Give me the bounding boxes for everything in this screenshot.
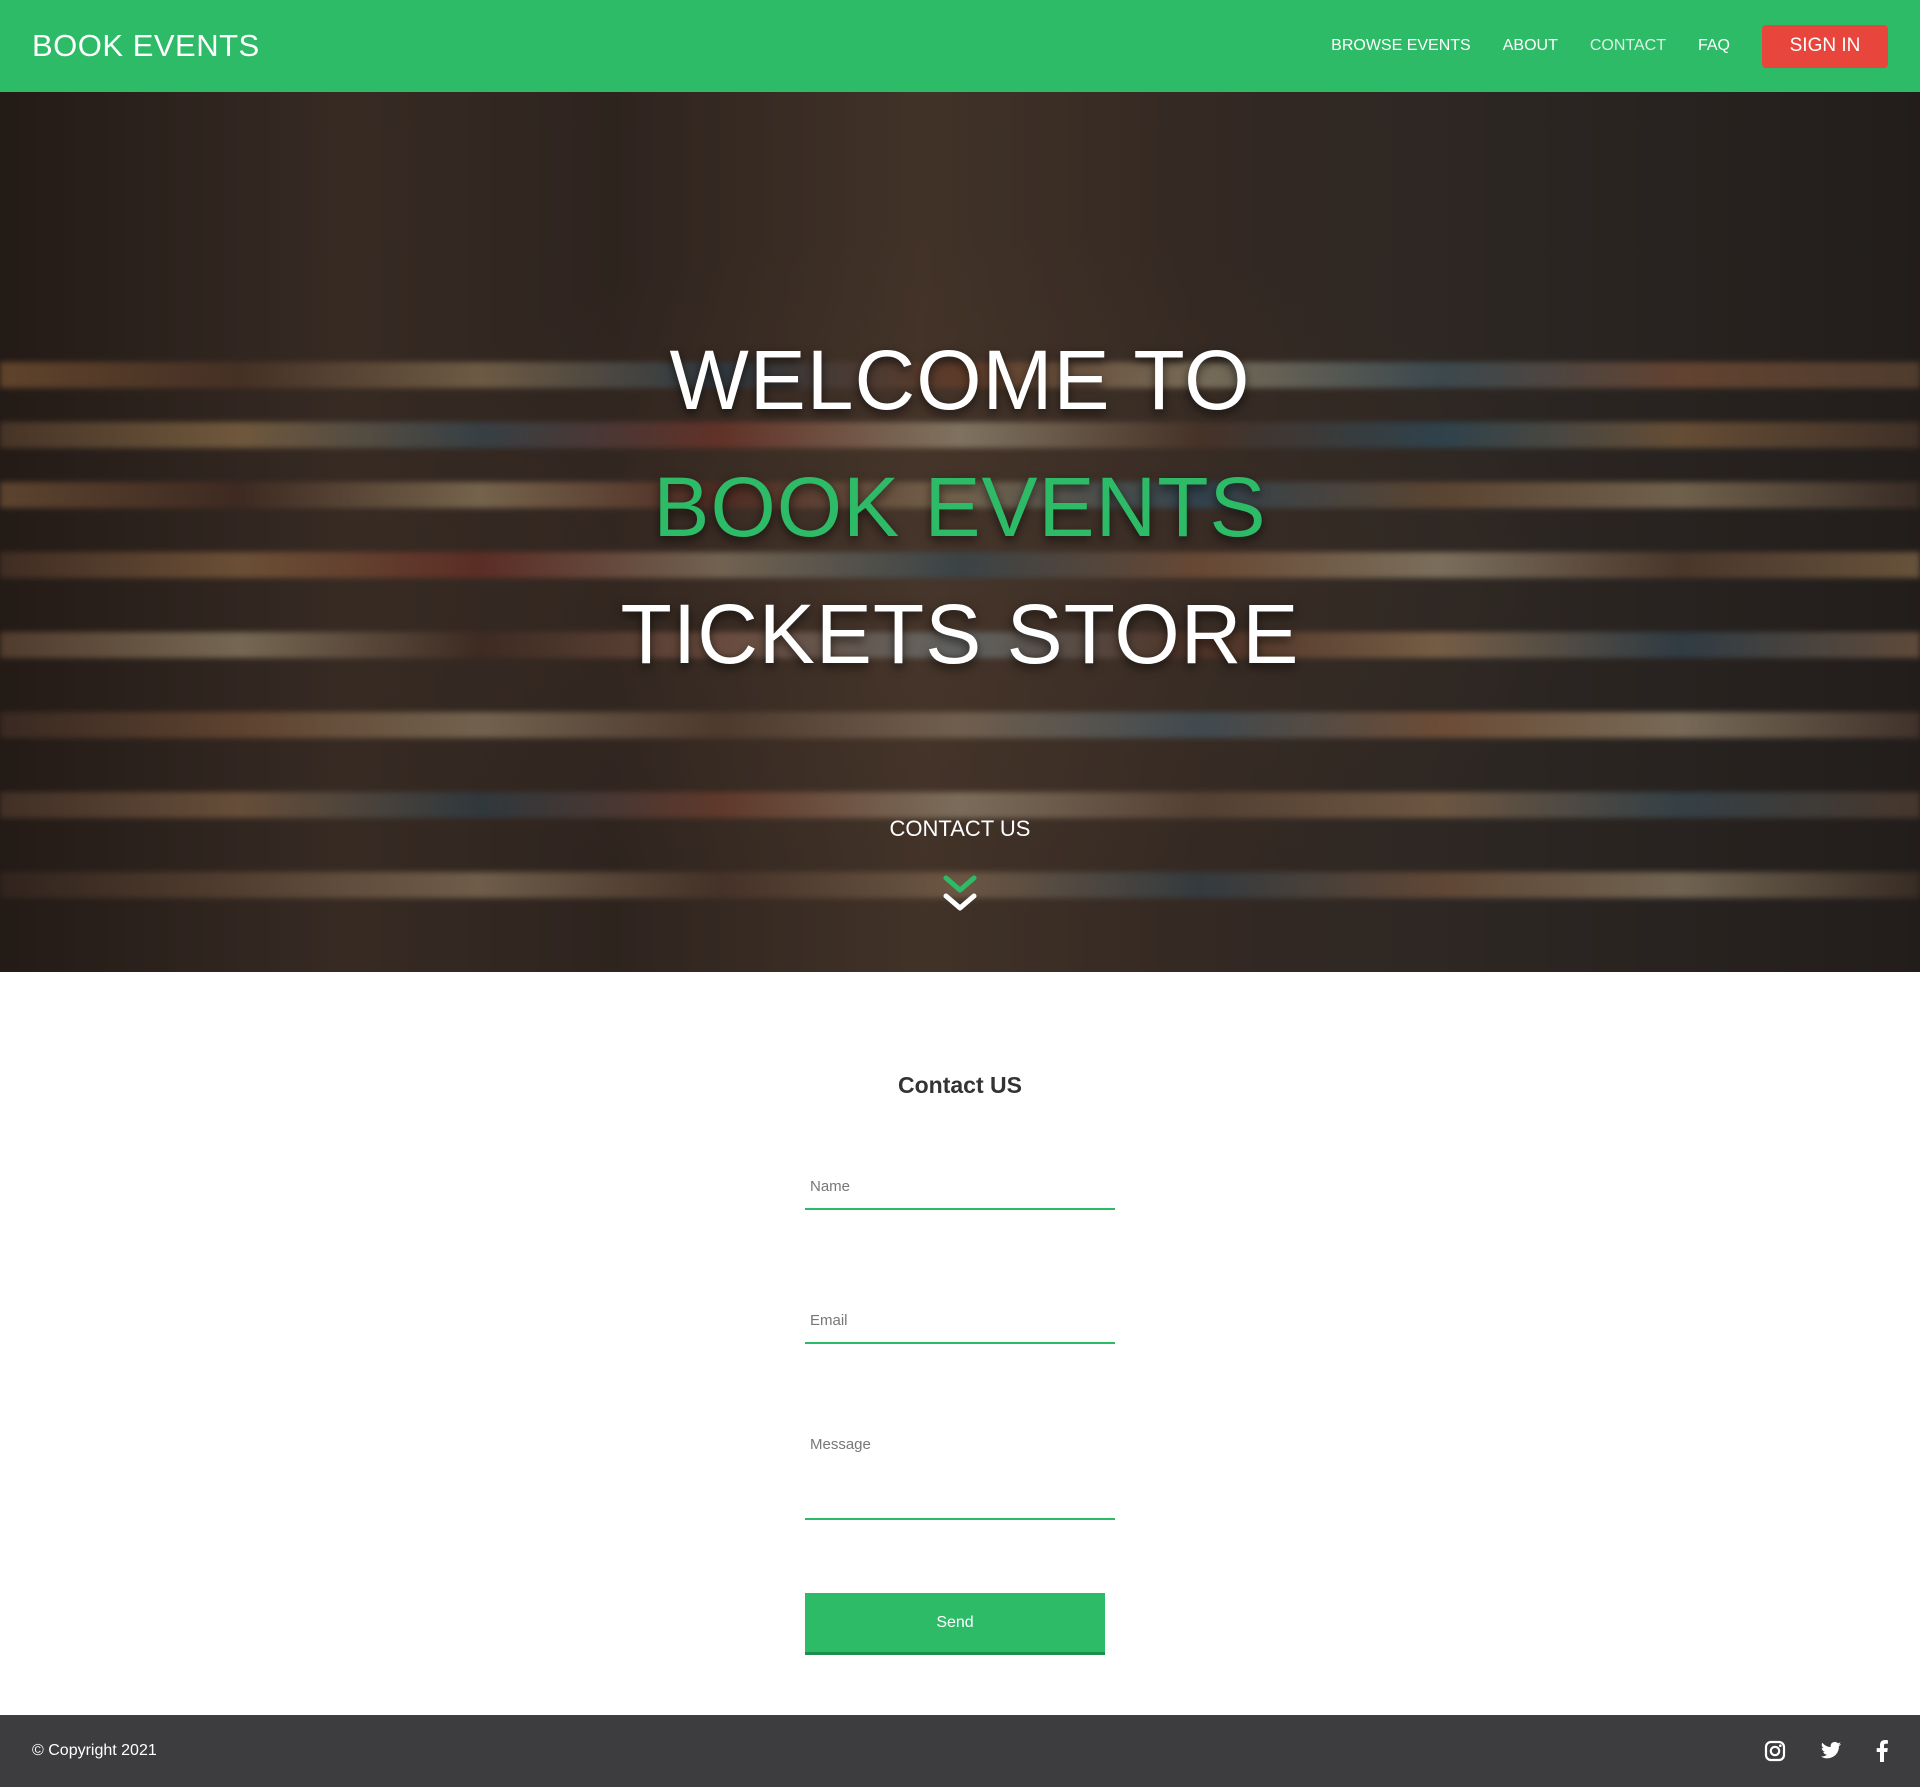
hero-title-line-2: BOOK EVENTS: [653, 460, 1267, 554]
hero-title-line-1: WELCOME TO: [669, 333, 1251, 427]
contact-title: Contact US: [898, 1072, 1022, 1098]
instagram-icon[interactable]: [1764, 1740, 1786, 1762]
facebook-icon[interactable]: [1876, 1740, 1888, 1762]
send-button[interactable]: Send: [805, 1593, 1105, 1655]
nav-links: BROWSE EVENTS ABOUT CONTACT FAQ SIGN IN: [1299, 24, 1888, 68]
footer: © Copyright 2021: [0, 1715, 1920, 1787]
sign-in-button[interactable]: SIGN IN: [1762, 24, 1888, 68]
email-input[interactable]: [805, 1298, 1115, 1344]
nav-link-browse-events[interactable]: BROWSE EVENTS: [1331, 37, 1471, 55]
brand-logo[interactable]: BOOK EVENTS: [32, 28, 260, 64]
message-textarea[interactable]: [805, 1432, 1115, 1520]
nav-link-contact[interactable]: CONTACT: [1590, 37, 1666, 55]
social-links: [1730, 1740, 1888, 1762]
hero-title-line-3: TICKETS STORE: [620, 587, 1300, 681]
twitter-icon[interactable]: [1820, 1741, 1842, 1761]
hero-content: WELCOME TO BOOK EVENTS TICKETS STORE CON…: [0, 92, 1920, 972]
nav-link-faq[interactable]: FAQ: [1698, 37, 1730, 55]
name-input[interactable]: [805, 1164, 1115, 1210]
copyright-text: © Copyright 2021: [32, 1742, 157, 1759]
nav-link-about[interactable]: ABOUT: [1503, 37, 1558, 55]
scroll-down-chevron-icon[interactable]: [942, 870, 978, 918]
hero-banner: WELCOME TO BOOK EVENTS TICKETS STORE CON…: [0, 92, 1920, 972]
navbar: BOOK EVENTS BROWSE EVENTS ABOUT CONTACT …: [0, 0, 1920, 92]
contact-us-link[interactable]: CONTACT US: [0, 816, 1920, 842]
